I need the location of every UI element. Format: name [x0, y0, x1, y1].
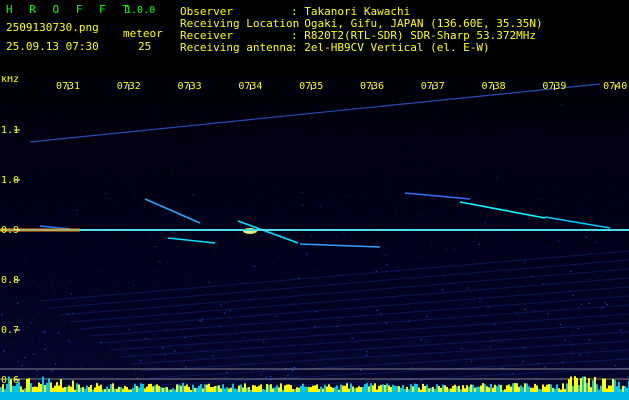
file-datetime: 25.09.13 07:30 [6, 40, 99, 53]
meteor-count: 25 [138, 40, 152, 53]
antenna-value: : 2el-HB9CV Vertical (el. E-W) [291, 41, 490, 54]
time-tick-label: 0739 [542, 81, 566, 92]
time-tick-label: 0734 [238, 81, 262, 92]
freq-tick-label: 0.9 [1, 225, 19, 236]
antenna-label: Receiving antenna [180, 41, 293, 54]
time-tick-label: 0736 [360, 81, 384, 92]
app-version: 1.0.0 [125, 5, 156, 16]
app-name: H R O F F T [6, 3, 134, 16]
freq-tick-label: 1.1 [1, 125, 19, 136]
time-tick-label: 0731 [56, 81, 80, 92]
time-tick-label: 0732 [117, 81, 141, 92]
freq-tick-label: 0.7 [1, 325, 19, 336]
time-tick-label: 0740 [603, 81, 627, 92]
freq-tick-label: 0.8 [1, 275, 19, 286]
freq-tick-label: 1.0 [1, 175, 19, 186]
file-name: 2509130730.png [6, 21, 99, 34]
header-panel: H R O F F T 1.0.0 2509130730.png 25.09.1… [0, 0, 629, 76]
unit-label: kHz [1, 76, 19, 85]
meteor-label: meteor [123, 27, 163, 40]
spectrogram-background [0, 76, 629, 400]
time-tick-label: 0733 [178, 81, 202, 92]
freq-tick-label: 0.6 [1, 375, 19, 386]
time-tick-label: 0738 [482, 81, 506, 92]
time-tick-label: 0737 [421, 81, 445, 92]
time-tick-label: 0735 [299, 81, 323, 92]
spectrogram-plot: kHz 0731 0732 0733 0734 0735 0736 0737 0738 0739… [0, 76, 629, 400]
